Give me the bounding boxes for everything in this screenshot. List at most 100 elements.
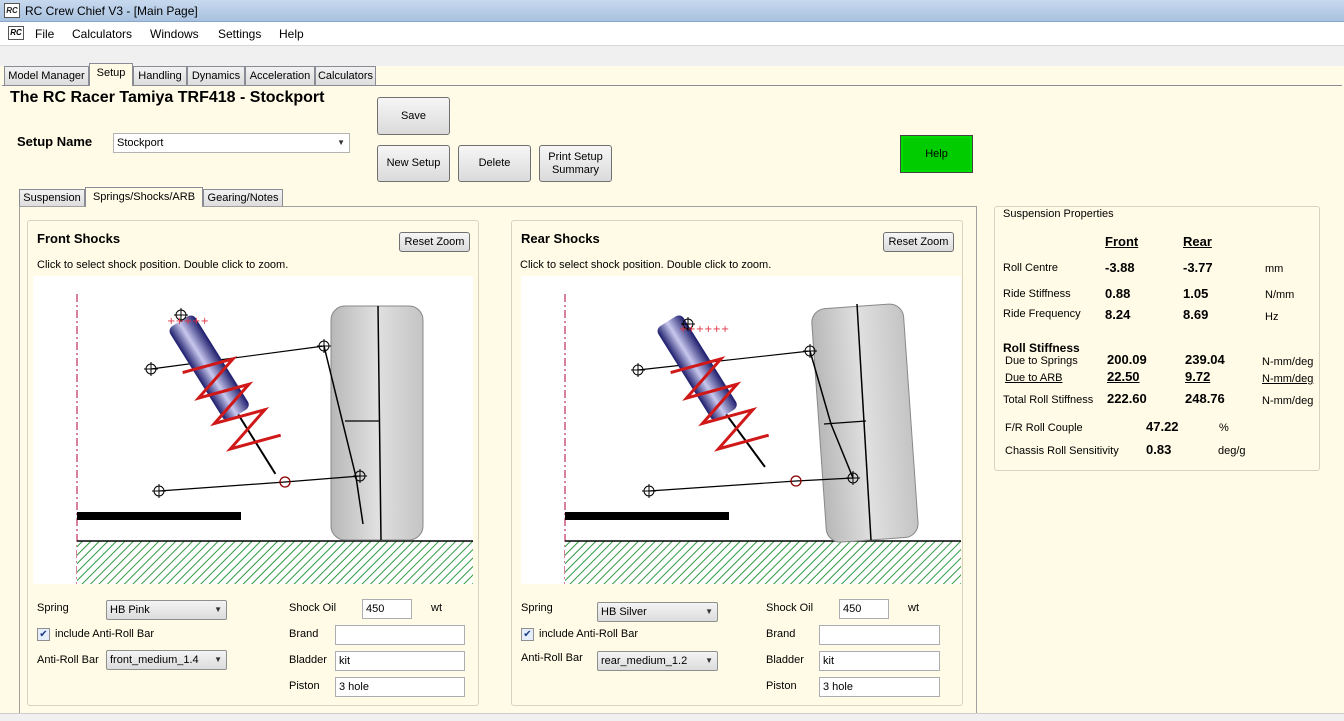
print-setup-summary-button[interactable]: Print Setup Summary [539, 145, 612, 182]
total-roll-unit: N-mm/deg [1262, 395, 1314, 407]
front-arb-checkbox[interactable]: ✔ [37, 628, 50, 641]
ride-stiffness-label: Ride Stiffness [1003, 288, 1071, 300]
front-shocks-title: Front Shocks [37, 231, 121, 246]
ride-frequency-rear: 8.69 [1183, 307, 1209, 322]
rear-hint: Click to select shock position. Double c… [520, 259, 772, 271]
due-arb-rear: 9.72 [1185, 369, 1211, 384]
rear-spring-combo[interactable]: HB Silver ▼ [597, 602, 718, 622]
fr-roll-couple-label: F/R Roll Couple [1005, 422, 1083, 434]
tab-calculators[interactable]: Calculators [315, 66, 376, 86]
front-brand-input[interactable] [335, 625, 465, 645]
chassis-bar [565, 512, 729, 520]
menu-file[interactable]: File [35, 27, 54, 41]
front-shock-diagram[interactable]: +++++ [33, 276, 473, 584]
tab-suspension[interactable]: Suspension [19, 189, 85, 207]
rear-arb-label: Anti-Roll Bar [521, 652, 583, 664]
rear-shock-oil-label: Shock Oil [766, 602, 814, 614]
menu-help[interactable]: Help [279, 27, 304, 41]
due-springs-rear: 239.04 [1185, 352, 1225, 367]
setup-name-label: Setup Name [17, 134, 93, 149]
front-spring-combo[interactable]: HB Pink ▼ [106, 600, 227, 620]
save-button[interactable]: Save [377, 97, 450, 135]
due-arb-link[interactable]: Due to ARB [1005, 372, 1062, 384]
front-arb-combo[interactable]: front_medium_1.4 ▼ [106, 650, 227, 670]
total-roll-front: 222.60 [1107, 391, 1147, 406]
menu-calculators[interactable]: Calculators [72, 27, 132, 41]
front-reset-zoom-button[interactable]: Reset Zoom [399, 232, 470, 252]
chevron-down-icon: ▼ [705, 656, 713, 665]
wheel [811, 303, 919, 543]
ride-stiffness-front: 0.88 [1105, 286, 1131, 301]
col-rear-heading: Rear [1183, 234, 1212, 249]
model-title: The RC Racer Tamiya TRF418 - Stockport [10, 89, 325, 106]
fr-roll-couple-value: 47.22 [1146, 419, 1179, 434]
roll-centre-front: -3.88 [1105, 260, 1135, 275]
wheel [330, 305, 424, 541]
roll-centre-unit: mm [1265, 263, 1284, 275]
rear-arb-combo[interactable]: rear_medium_1.2 ▼ [597, 651, 718, 671]
due-springs-unit: N-mm/deg [1262, 356, 1314, 368]
rear-bladder-input[interactable]: kit [819, 651, 940, 671]
front-shock-oil-input[interactable]: 450 [362, 599, 412, 619]
tab-acceleration[interactable]: Acceleration [245, 66, 315, 86]
chassis-roll-label: Chassis Roll Sensitivity [1005, 445, 1119, 457]
tab-dynamics[interactable]: Dynamics [187, 66, 245, 86]
suspension-properties-title: Suspension Properties [1003, 208, 1114, 220]
delete-button[interactable]: Delete [458, 145, 531, 182]
menu-windows[interactable]: Windows [150, 27, 199, 41]
front-piston-label: Piston [289, 680, 320, 692]
total-roll-label: Total Roll Stiffness [1003, 394, 1094, 406]
mdi-icon[interactable]: RC [8, 26, 24, 40]
front-arb-check-label: include Anti-Roll Bar [55, 628, 155, 640]
rear-reset-zoom-button[interactable]: Reset Zoom [883, 232, 954, 252]
front-piston-input[interactable]: 3 hole [335, 677, 465, 697]
ride-stiffness-unit: N/mm [1265, 289, 1295, 301]
chassis-roll-value: 0.83 [1146, 442, 1172, 457]
rear-brand-input[interactable] [819, 625, 940, 645]
rear-piston-label: Piston [766, 680, 797, 692]
setup-name-value: Stockport [117, 137, 164, 149]
rear-shock-diagram[interactable]: ++++++ [521, 276, 961, 584]
chevron-down-icon: ▼ [337, 138, 345, 147]
menu-settings[interactable]: Settings [218, 27, 261, 41]
rear-arb-value: rear_medium_1.2 [601, 655, 688, 667]
window-title: RC Crew Chief V3 - [Main Page] [25, 4, 198, 18]
total-roll-rear: 248.76 [1185, 391, 1225, 406]
tab-setup[interactable]: Setup [89, 63, 133, 86]
front-arb-label: Anti-Roll Bar [37, 654, 99, 666]
rear-brand-label: Brand [766, 628, 796, 640]
rear-shock-oil-input[interactable]: 450 [839, 599, 889, 619]
tab-gearing-notes[interactable]: Gearing/Notes [203, 189, 283, 207]
front-spring-label: Spring [37, 602, 69, 614]
front-arb-value: front_medium_1.4 [110, 654, 199, 666]
rear-arb-check-label: include Anti-Roll Bar [539, 628, 639, 640]
tab-handling[interactable]: Handling [133, 66, 187, 86]
rear-piston-input[interactable]: 3 hole [819, 677, 940, 697]
rear-spring-label: Spring [521, 602, 553, 614]
app-icon: RC [4, 3, 20, 18]
front-hint: Click to select shock position. Double c… [37, 259, 289, 271]
ground [565, 541, 961, 584]
status-bar [0, 713, 1344, 721]
due-springs-label: Due to Springs [1005, 355, 1078, 367]
ride-frequency-unit: Hz [1265, 311, 1279, 323]
help-button[interactable]: Help [900, 135, 973, 173]
title-bar: RC RC Crew Chief V3 - [Main Page] [0, 0, 1344, 22]
chevron-down-icon: ▼ [705, 607, 713, 616]
new-setup-button[interactable]: New Setup [377, 145, 450, 182]
svg-text:++++++: ++++++ [679, 324, 729, 335]
rear-spring-value: HB Silver [601, 606, 647, 618]
tab-springs-shocks-arb[interactable]: Springs/Shocks/ARB [85, 187, 203, 207]
ground [77, 541, 473, 584]
tab-strip-background [0, 46, 1344, 66]
front-bladder-label: Bladder [289, 654, 327, 666]
front-shock-oil-label: Shock Oil [289, 602, 337, 614]
front-brand-label: Brand [289, 628, 319, 640]
ride-stiffness-rear: 1.05 [1183, 286, 1209, 301]
tab-model-manager[interactable]: Model Manager [4, 66, 89, 86]
rear-arb-checkbox[interactable]: ✔ [521, 628, 534, 641]
front-bladder-input[interactable]: kit [335, 651, 465, 671]
setup-name-combo[interactable]: Stockport ▼ [113, 133, 350, 153]
rear-shocks-title: Rear Shocks [521, 231, 600, 246]
roll-centre-label: Roll Centre [1003, 262, 1059, 274]
